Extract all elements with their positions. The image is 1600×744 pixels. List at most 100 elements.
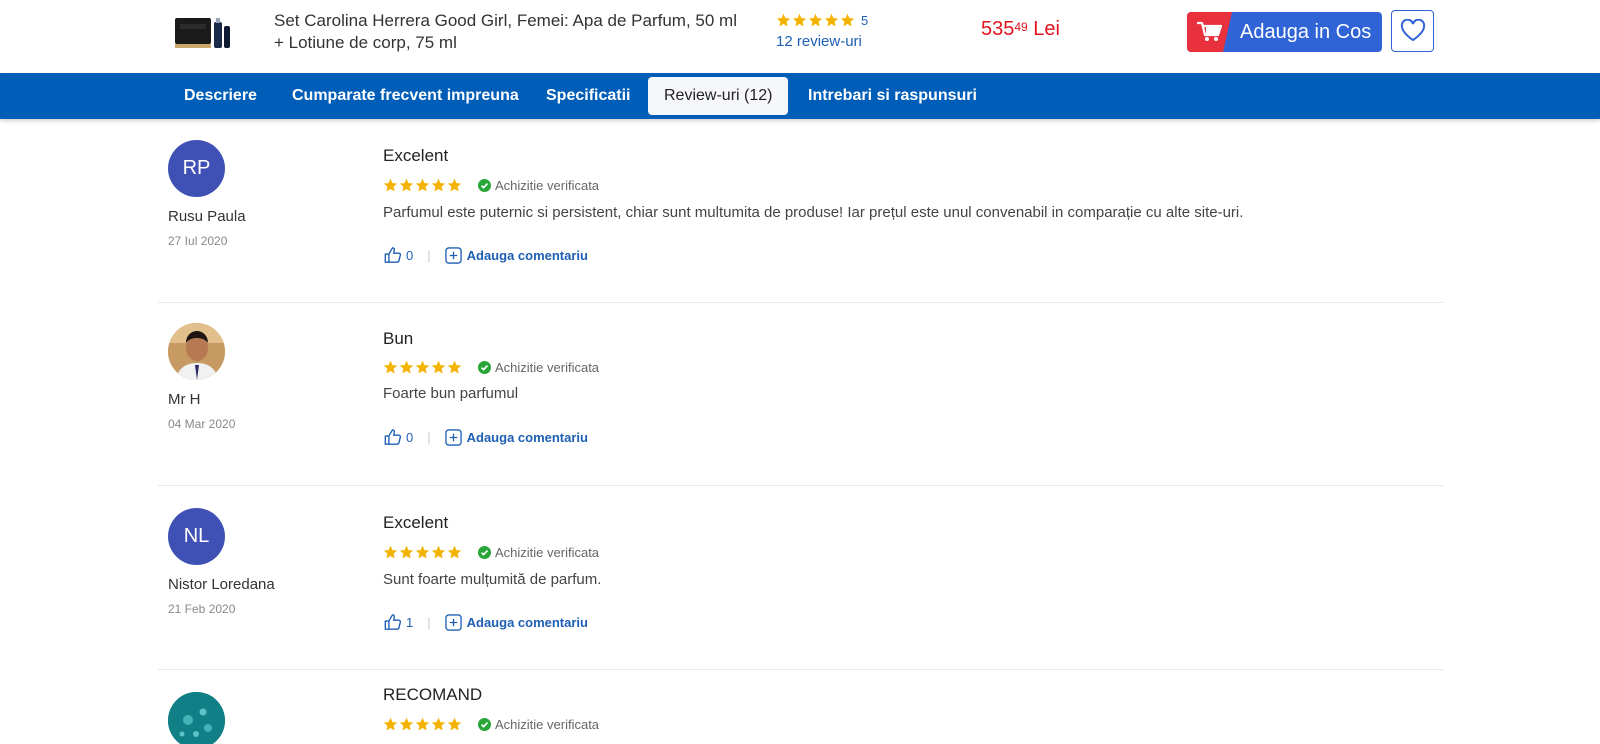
verified-label: Achizitie verificata: [495, 177, 600, 193]
review-title: Excelent: [383, 513, 449, 532]
tab-reviews[interactable]: Review-uri (12): [648, 77, 789, 115]
add-comment-button[interactable]: Adauga comentariu: [444, 428, 588, 446]
review-date: 27 Iul 2020: [168, 234, 228, 248]
star-icon: [447, 717, 462, 730]
product-tabs-bar: Descriere Cumparate frecvent impreuna Sp…: [0, 73, 1600, 119]
add-to-cart-label: Adauga in Cos: [1240, 20, 1372, 43]
avatar: [168, 323, 225, 380]
review-stars: [383, 717, 462, 732]
star-icon: [383, 178, 398, 191]
product-price: 53549 Lei: [981, 18, 1060, 41]
product-thumbnail[interactable]: [172, 12, 232, 54]
add-comment-button[interactable]: Adauga comentariu: [444, 246, 588, 264]
review-actions: 0 | Adauga comentariu: [383, 427, 588, 447]
review-title: Excelent: [383, 146, 449, 165]
add-comment-label: Adauga comentariu: [466, 247, 588, 263]
like-button[interactable]: 1: [383, 613, 413, 631]
plus-square-icon: [444, 428, 462, 446]
avatar: RP: [168, 140, 225, 197]
star-icon: [399, 717, 414, 730]
tab-specificatii[interactable]: Specificatii: [530, 77, 646, 115]
star-icon: [840, 13, 855, 26]
like-button[interactable]: 0: [383, 428, 413, 446]
check-circle-icon: [478, 717, 491, 731]
thumbs-up-icon: [384, 614, 402, 630]
add-to-cart-button[interactable]: Adauga in Cos: [1187, 12, 1382, 52]
product-rating: 5 12 review-uri: [776, 10, 868, 51]
wishlist-button[interactable]: [1391, 10, 1434, 52]
star-icon: [431, 717, 446, 730]
tab-cumparate-frecvent[interactable]: Cumparate frecvent impreuna: [276, 77, 535, 115]
review-author: Rusu Paula: [168, 208, 246, 225]
thumbs-up-icon: [384, 429, 402, 445]
plus-square-icon: [444, 246, 462, 264]
tab-descriere[interactable]: Descriere: [168, 77, 273, 115]
like-button[interactable]: 0: [383, 246, 413, 264]
review-stars: [383, 545, 462, 560]
check-circle-icon: [478, 545, 491, 559]
review-item: RECOMAND Achizitie verificata: [158, 670, 1444, 744]
review-actions: 0 | Adauga comentariu: [383, 245, 588, 265]
avatar: NL: [168, 508, 225, 565]
add-comment-label: Adauga comentariu: [466, 614, 588, 630]
star-icon: [431, 178, 446, 191]
star-icon: [447, 545, 462, 558]
cart-icon: [1187, 12, 1232, 52]
star-icon: [792, 13, 807, 26]
product-sticky-bar: Set Carolina Herrera Good Girl, Femei: A…: [0, 0, 1600, 72]
star-icon: [431, 545, 446, 558]
star-icon: [383, 360, 398, 373]
verified-purchase-badge: Achizitie verificata: [478, 545, 599, 560]
avatar: [168, 692, 225, 744]
review-text: Parfumul este puternic si persistent, ch…: [383, 204, 1244, 221]
reviews-count-link[interactable]: 12 review-uri: [776, 33, 868, 50]
review-author: Mr H: [168, 391, 201, 408]
check-circle-icon: [478, 178, 491, 192]
star-icon: [776, 13, 791, 26]
star-icon: [399, 178, 414, 191]
review-title: Bun: [383, 329, 414, 348]
review-text: Foarte bun parfumul: [383, 385, 519, 402]
review-stars: [383, 178, 462, 193]
verified-purchase-badge: Achizitie verificata: [478, 178, 599, 193]
price-currency: Lei: [1033, 18, 1060, 40]
star-icon: [431, 360, 446, 373]
verified-label: Achizitie verificata: [495, 359, 600, 375]
add-comment-label: Adauga comentariu: [466, 429, 588, 445]
star-icon: [824, 13, 839, 26]
star-icon: [808, 13, 823, 26]
verified-label: Achizitie verificata: [495, 544, 600, 560]
review-text: Sunt foarte mulțumită de parfum.: [383, 571, 602, 588]
add-comment-button[interactable]: Adauga comentariu: [444, 613, 588, 631]
star-icon: [415, 360, 430, 373]
review-meta: Achizitie verificata: [383, 358, 599, 376]
star-icon: [399, 545, 414, 558]
star-icon: [415, 178, 430, 191]
like-count: 1: [406, 614, 414, 630]
star-icon: [447, 360, 462, 373]
action-divider: |: [427, 247, 431, 263]
star-icon: [447, 178, 462, 191]
verified-purchase-badge: Achizitie verificata: [478, 360, 599, 375]
plus-square-icon: [444, 613, 462, 631]
heart-icon: [1400, 19, 1425, 42]
action-divider: |: [427, 614, 431, 630]
review-date: 21 Feb 2020: [168, 602, 236, 616]
tab-intrebari[interactable]: Intrebari si raspunsuri: [792, 77, 993, 115]
verified-purchase-badge: Achizitie verificata: [478, 717, 599, 732]
review-date: 04 Mar 2020: [168, 417, 236, 431]
star-icon: [383, 545, 398, 558]
price-decimals: 49: [1014, 20, 1028, 34]
review-meta: Achizitie verificata: [383, 543, 599, 561]
review-meta: Achizitie verificata: [383, 715, 599, 733]
like-count: 0: [406, 429, 414, 445]
review-actions: 1 | Adauga comentariu: [383, 612, 588, 632]
user-photo-icon: [168, 323, 225, 380]
check-circle-icon: [478, 360, 491, 374]
review-meta: Achizitie verificata: [383, 176, 599, 194]
verified-label: Achizitie verificata: [495, 716, 600, 732]
product-title: Set Carolina Herrera Good Girl, Femei: A…: [274, 11, 737, 52]
review-item: NL Nistor Loredana 21 Feb 2020 Excelent …: [158, 486, 1444, 670]
rating-stars: [776, 13, 855, 28]
price-main: 535: [981, 18, 1015, 40]
